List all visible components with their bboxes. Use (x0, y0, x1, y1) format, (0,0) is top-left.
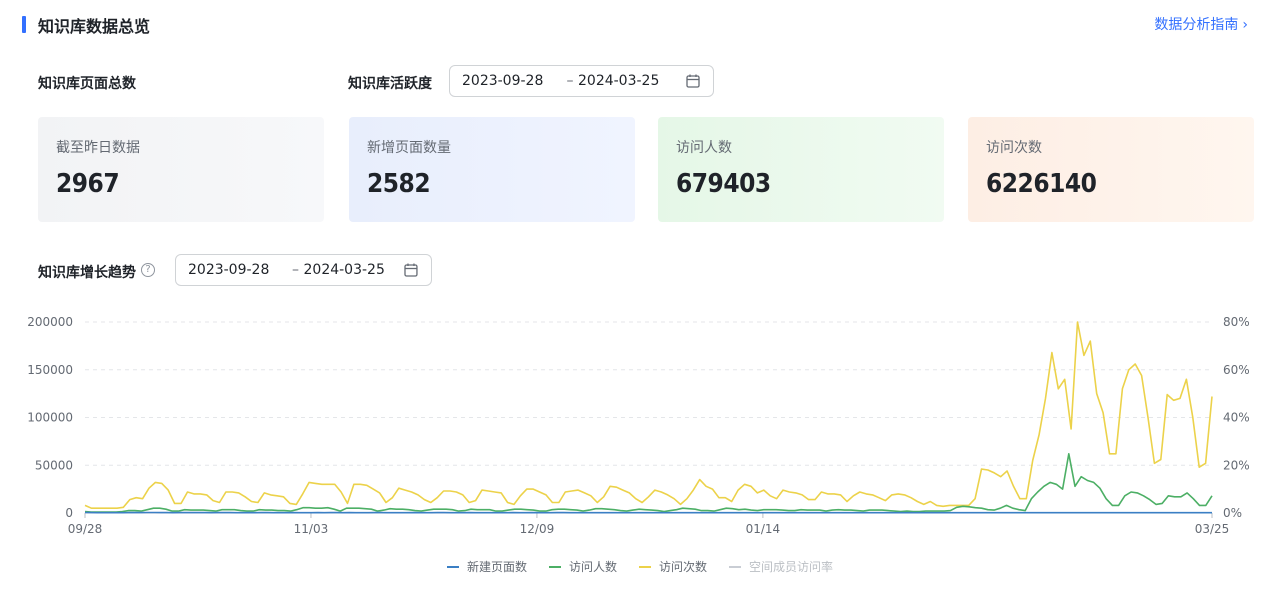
x-tick-label: 11/03 (294, 522, 329, 536)
growth-trend-label: 知识库增长趋势 (38, 265, 136, 281)
trend-range-end[interactable]: 2024-03-25 (304, 262, 404, 278)
legend-label: 访问次数 (659, 560, 708, 574)
stat-card-value: 2582 (367, 169, 431, 199)
stat-card-value: 6226140 (986, 169, 1097, 199)
legend-item[interactable]: 访问次数 (639, 558, 707, 575)
y-tick-right: 60% (1223, 363, 1250, 377)
x-tick-label: 03/25 (1195, 522, 1230, 536)
series-line-visitors (84, 453, 1213, 513)
stat-card-value: 2967 (56, 169, 120, 199)
title-accent-bar (22, 16, 26, 33)
activity-date-range-picker[interactable]: 2023-09-28 – 2024-03-25 (449, 65, 714, 97)
y-tick-left: 200000 (27, 315, 73, 329)
growth-trend-chart[interactable]: 0 0% 50000 20% 100000 40% 150000 60% 200000 80% 09… (0, 300, 1280, 550)
stat-card-label: 访问人数 (676, 140, 732, 156)
stat-card-label: 截至昨日数据 (56, 140, 140, 156)
range-separator: – (566, 73, 574, 89)
legend-swatch (729, 565, 742, 568)
stat-card-label: 访问次数 (986, 140, 1042, 156)
y-tick-right: 0% (1223, 506, 1242, 520)
legend-swatch (446, 565, 459, 568)
y-tick-left: 100000 (27, 411, 73, 425)
y-tick-right: 40% (1223, 411, 1250, 425)
question-circle-icon[interactable]: ? (141, 263, 155, 277)
range-separator: – (292, 262, 300, 278)
x-tick-label: 12/09 (520, 522, 555, 536)
y-tick-right: 20% (1223, 458, 1250, 472)
stat-card-label: 新增页面数量 (367, 140, 451, 156)
stat-card-new-pages: 新增页面数量 2582 (349, 117, 635, 222)
stat-card-visitors: 访问人数 679403 (658, 117, 944, 222)
legend-label: 访问人数 (568, 560, 617, 574)
stat-card-value: 679403 (676, 169, 771, 199)
legend-swatch (639, 565, 651, 568)
page-title: 知识库数据总览 (38, 17, 151, 36)
trend-range-start[interactable]: 2023-09-28 (188, 262, 288, 278)
activity-range-start[interactable]: 2023-09-28 (462, 73, 562, 89)
series-line-visits (84, 321, 1213, 509)
chart-legend: 新建页面数 访问人数 访问次数 空间成员访问率 (0, 558, 1280, 575)
legend-item[interactable]: 新建页面数 (446, 558, 527, 575)
data-analysis-guide-link[interactable]: 数据分析指南 › (1154, 14, 1248, 34)
y-tick-right: 80% (1223, 315, 1250, 329)
x-tick-label: 09/28 (68, 522, 103, 536)
activity-range-end[interactable]: 2024-03-25 (578, 73, 678, 89)
stat-card-total-pages: 截至昨日数据 2967 (38, 117, 324, 222)
guide-link-label: 数据分析指南 (1154, 17, 1239, 33)
legend-item[interactable]: 访问人数 (548, 558, 617, 575)
legend-swatch (548, 565, 561, 568)
stat-card-visits: 访问次数 6226140 (968, 117, 1254, 222)
trend-date-range-picker[interactable]: 2023-09-28 – 2024-03-25 (175, 254, 432, 286)
legend-item[interactable]: 空间成员访问率 (729, 558, 833, 575)
y-tick-left: 0 (65, 506, 73, 520)
activity-label: 知识库活跃度 (348, 76, 432, 92)
legend-label: 空间成员访问率 (749, 560, 834, 574)
total-pages-label: 知识库页面总数 (38, 76, 136, 92)
calendar-icon[interactable] (403, 262, 419, 278)
calendar-icon[interactable] (685, 73, 701, 89)
y-tick-left: 150000 (27, 363, 73, 377)
chevron-right-icon: › (1242, 17, 1248, 33)
x-tick-label: 01/14 (746, 522, 781, 536)
y-tick-left: 50000 (35, 458, 73, 472)
legend-label: 新建页面数 (466, 560, 527, 574)
